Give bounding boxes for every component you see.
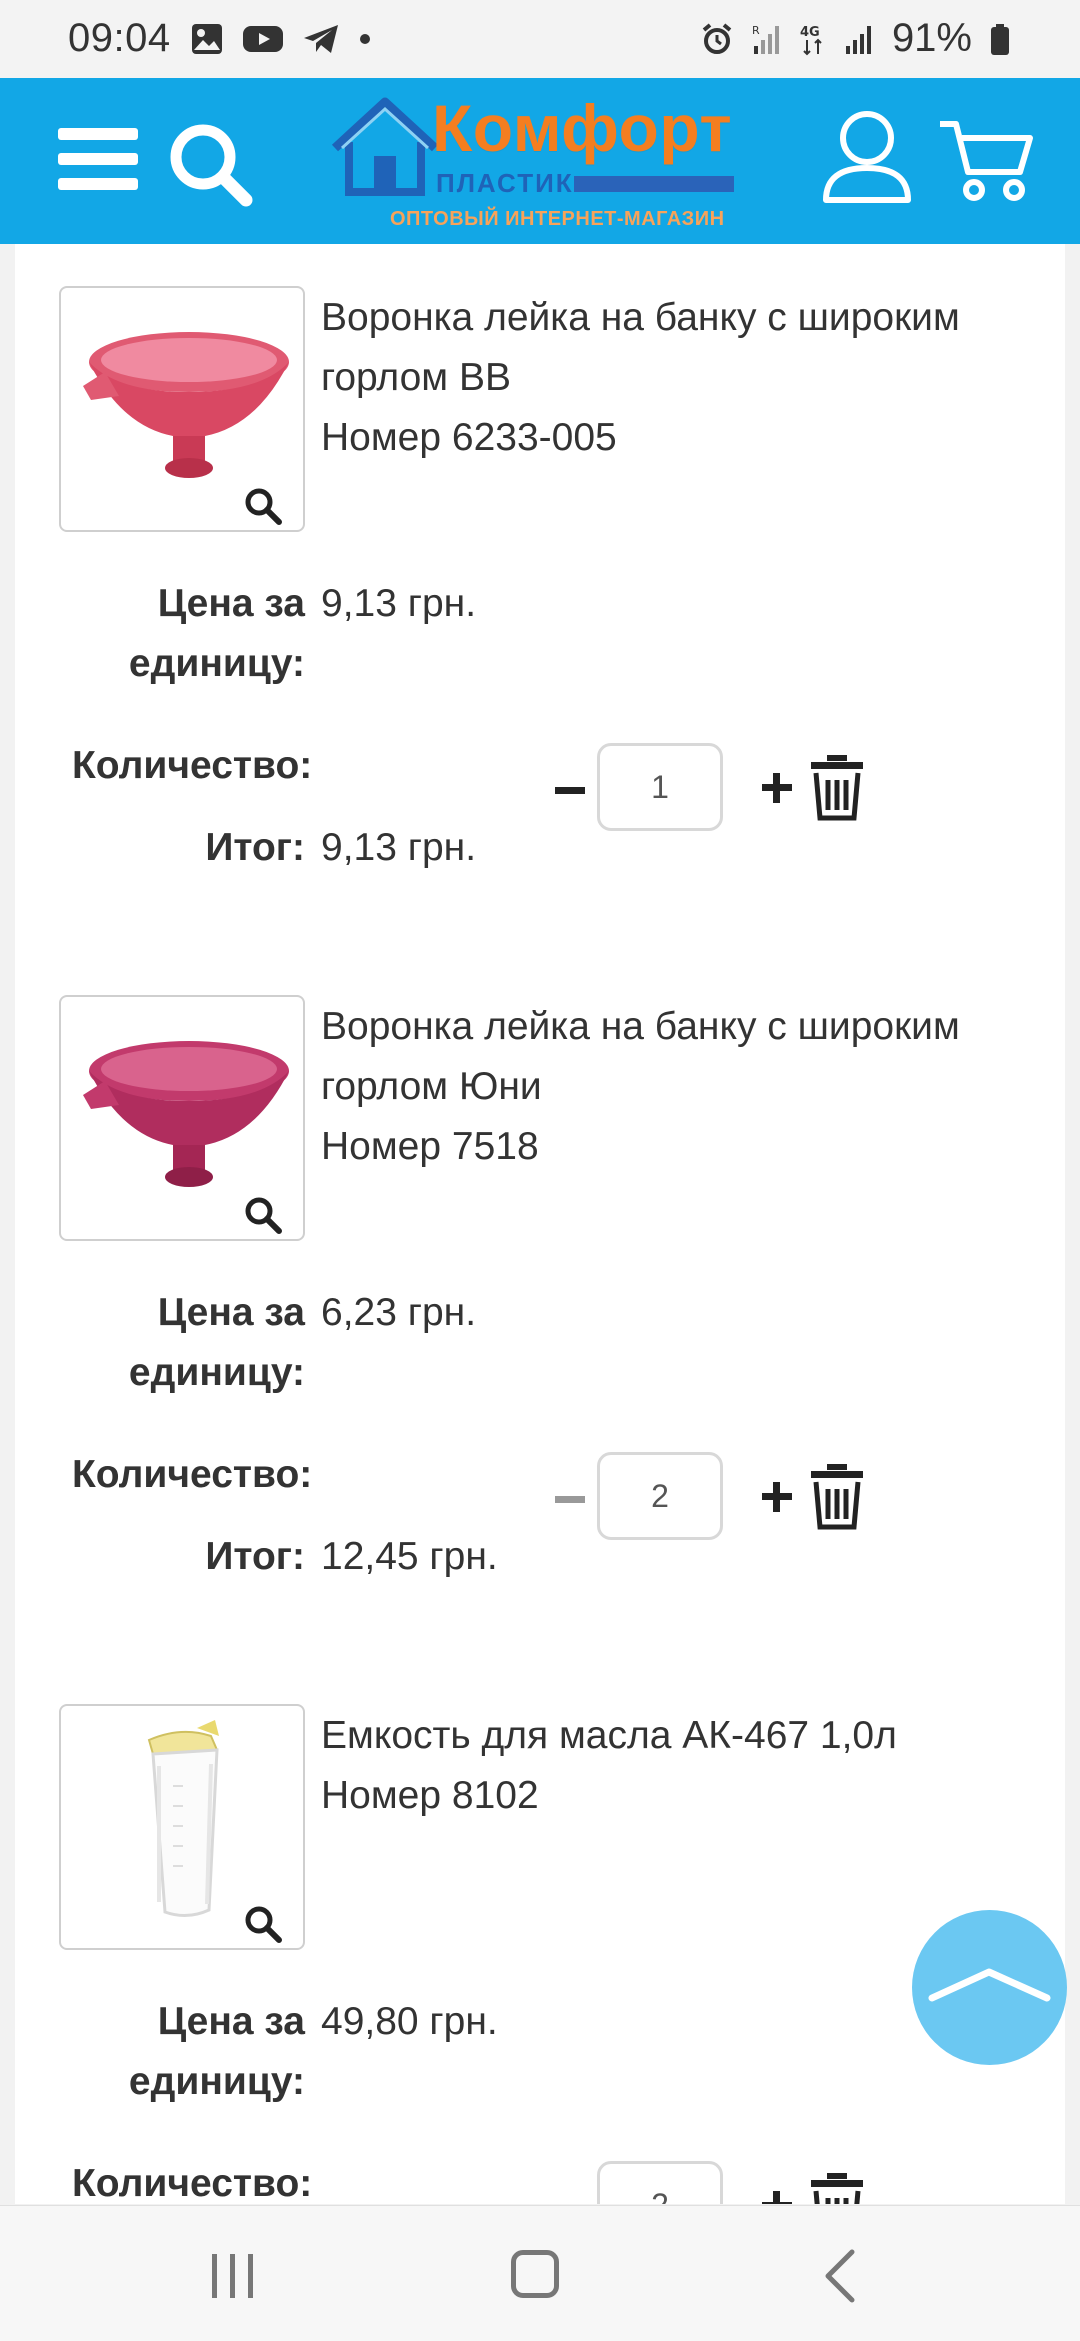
zoom-icon[interactable] [243,1195,283,1235]
quantity-label: Количество: [72,1453,313,1496]
quantity-increase-button[interactable] [745,756,809,820]
menu-line [58,128,138,140]
chevron-up-icon [928,1968,1051,2002]
total-value: 12,45 грн. [321,1535,498,1578]
total-label: Итог: [205,1535,305,1578]
zoom-icon[interactable] [243,1904,283,1944]
svg-text:4G: 4G [800,25,820,40]
cart-item: Емкость для масла АК-467 1,0л Номер 8102… [15,1662,1065,2204]
remove-item-button[interactable] [805,2170,869,2204]
product-thumbnail[interactable] [59,286,305,532]
svg-text:R: R [752,24,760,37]
unit-price-label: Цена за единицу: [128,582,305,685]
unit-price-value: 9,13 грн. [321,582,477,625]
remove-item-button[interactable] [805,752,869,822]
zoom-icon[interactable] [243,486,283,526]
logo-title: Комфорт [432,91,733,165]
site-header: Комфорт ПЛАСТИК ОПТОВЫЙ ИНТЕРНЕТ-МАГАЗИН [0,78,1080,244]
product-title[interactable]: Воронка лейка на банку с широким горлом … [321,1005,960,1108]
quantity-increase-button[interactable] [745,1465,809,1529]
notification-icons [190,22,372,56]
product-sku: Номер 7518 [321,1125,539,1168]
minus-icon [555,1496,585,1503]
quantity-increase-button[interactable] [745,2174,809,2204]
search-button[interactable] [166,120,256,210]
quantity-label: Количество: [72,744,313,787]
cart-item: Воронка лейка на банку с широким горлом … [15,244,1065,953]
dot-icon [358,22,372,56]
logo-subtitle: ОПТОВЫЙ ИНТЕРНЕТ-МАГАЗИН [390,208,725,230]
user-icon [823,111,911,203]
menu-line [58,153,138,165]
product-title-block[interactable]: Емкость для масла АК-467 1,0л Номер 8102 [321,1706,1061,1826]
quantity-input[interactable]: 2 [597,1452,723,1540]
product-sku: Номер 8102 [321,1774,539,1817]
trash-icon [811,755,863,821]
cart-item: Воронка лейка на банку с широким горлом … [15,953,1065,1662]
youtube-icon [242,22,284,56]
quantity-label: Количество: [72,2162,313,2204]
home-button[interactable] [511,2250,559,2298]
system-icons: R 4G 91% [700,16,1010,61]
logo-bar [574,176,734,192]
unit-price-value: 49,80 грн. [321,2000,498,2043]
product-title-block[interactable]: Воронка лейка на банку с широким горлом … [321,288,1061,468]
quantity-decrease-button[interactable] [538,2177,602,2204]
quantity-decrease-button[interactable] [538,1468,602,1532]
product-title-block[interactable]: Воронка лейка на банку с широким горлом … [321,997,1061,1177]
product-title[interactable]: Воронка лейка на банку с широким горлом … [321,296,960,399]
alarm-icon [700,22,734,56]
menu-line [58,178,138,190]
product-title[interactable]: Емкость для масла АК-467 1,0л [321,1714,897,1757]
house-icon [331,97,439,196]
battery-icon [990,22,1010,56]
recent-apps-button[interactable] [208,2254,258,2298]
unit-price-label: Цена за единицу: [128,1291,305,1394]
network-4g-icon: 4G [800,22,826,56]
unit-price-label: Цена за единицу: [128,2000,305,2103]
product-sku: Номер 6233-005 [321,416,617,459]
menu-button[interactable] [58,124,138,194]
cart-button[interactable] [936,116,1036,206]
back-button[interactable] [820,2248,860,2304]
system-nav-bar [0,2205,1080,2341]
total-value: 9,13 грн. [321,826,477,869]
cart-content: Воронка лейка на банку с широким горлом … [15,244,1065,2204]
signal-icon [844,22,874,56]
quantity-input[interactable]: 2 [597,2161,723,2204]
product-thumbnail[interactable] [59,1704,305,1950]
signal-roaming-icon: R [752,22,782,56]
search-icon [170,124,253,207]
remove-item-button[interactable] [805,1461,869,1531]
status-bar: 09:04 R 4G 91% [0,0,1080,78]
status-time: 09:04 [68,16,171,60]
product-thumbnail[interactable] [59,995,305,1241]
scroll-to-top-button[interactable] [912,1910,1067,2065]
site-logo[interactable]: Комфорт ПЛАСТИК ОПТОВЫЙ ИНТЕРНЕТ-МАГАЗИН [330,91,750,236]
telegram-icon [302,22,340,56]
total-label: Итог: [205,826,305,869]
battery-percentage: 91% [891,16,972,60]
trash-icon [811,1464,863,1530]
logo-brand: ПЛАСТИК [436,168,574,198]
shopping-cart-icon [940,121,1033,201]
gallery-icon [190,22,224,56]
trash-icon [811,2173,863,2204]
quantity-decrease-button[interactable] [538,759,602,823]
unit-price-value: 6,23 грн. [321,1291,477,1334]
account-button[interactable] [820,108,914,208]
quantity-input[interactable]: 1 [597,743,723,831]
back-icon [825,2249,855,2303]
minus-icon [555,787,585,794]
